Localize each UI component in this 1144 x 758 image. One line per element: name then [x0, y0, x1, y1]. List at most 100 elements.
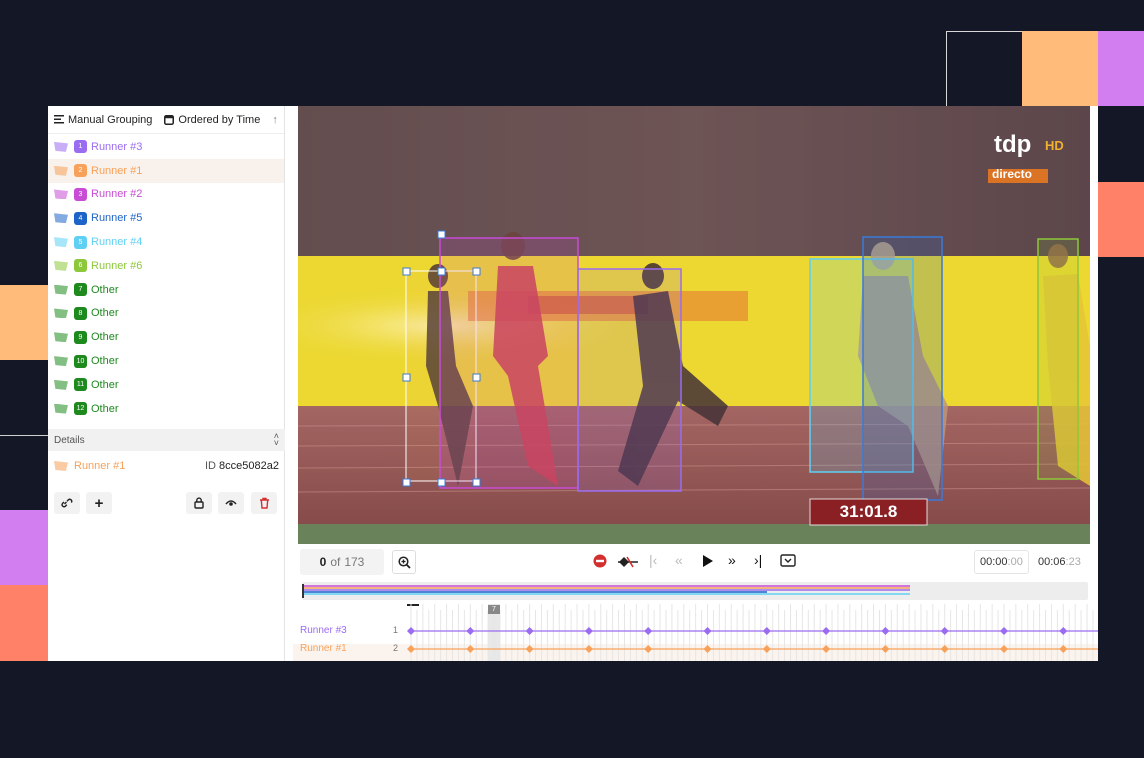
keyframe-diamond[interactable]: [525, 627, 534, 635]
keyframe-diamond[interactable]: [644, 627, 653, 635]
keyframe-diamond[interactable]: [584, 627, 593, 635]
manual-grouping-button[interactable]: Manual Grouping: [54, 114, 152, 126]
track-label[interactable]: Runner #1: [300, 643, 347, 654]
label-item[interactable]: 9 Other: [48, 325, 284, 349]
clock-square-icon: [164, 114, 175, 125]
video-canvas: [298, 106, 1090, 544]
label-item[interactable]: 8 Other: [48, 302, 284, 326]
deco-orange-square: [1022, 31, 1098, 106]
bbox-runner3[interactable]: [577, 268, 682, 492]
keyframe-toggle-icon[interactable]: [618, 555, 638, 571]
label-number-badge: 2: [74, 164, 87, 178]
channel-hd: HD: [1045, 138, 1064, 153]
label-list: 1 Runner #3 2 Runner #1 3 Runner #2 4 Runner #5…: [48, 134, 284, 421]
ordered-by-time-button[interactable]: Ordered by Time: [164, 114, 260, 126]
label-item[interactable]: 5 Runner #4: [48, 230, 284, 254]
label-item[interactable]: 4 Runner #5: [48, 206, 284, 230]
tag-icon: [54, 403, 68, 414]
id-prefix: ID: [204, 460, 216, 472]
label-number-badge: 12: [74, 402, 87, 416]
label-number-badge: 10: [74, 354, 87, 368]
label-item[interactable]: 2 Runner #1: [48, 158, 284, 183]
plus-icon[interactable]: +: [86, 492, 112, 514]
keyframe-diamond[interactable]: [703, 627, 712, 635]
details-id: ID 8cce5082a2: [205, 460, 279, 472]
subtitles-icon[interactable]: [780, 554, 796, 570]
rewind-icon[interactable]: «: [675, 552, 683, 568]
tag-icon: [54, 237, 68, 248]
deco-line-left: [0, 435, 48, 436]
race-clock: 31:01.8: [839, 502, 898, 521]
no-entry-icon[interactable]: [593, 554, 607, 571]
keyframe-diamond[interactable]: [1000, 627, 1008, 635]
keyframe-diamond[interactable]: [466, 627, 475, 635]
details-selected-label: Runner #1 ID 8cce5082a2: [48, 455, 285, 477]
bbox-runner2[interactable]: [439, 237, 579, 489]
track-number: 2: [393, 643, 399, 653]
track-number: 1: [393, 625, 399, 635]
bbox-runner5[interactable]: [862, 236, 943, 501]
tag-icon: [54, 356, 68, 367]
tag-icon: [54, 284, 68, 295]
channel-live: directo: [992, 167, 1033, 181]
deco-violet-left: [0, 510, 48, 585]
label-number-badge: 6: [74, 259, 87, 273]
time-total: 00:06:23: [1032, 550, 1087, 574]
label-number-badge: 11: [74, 378, 87, 392]
keyframe-diamond[interactable]: [1059, 627, 1068, 635]
time-current: 00:00:00: [974, 550, 1029, 574]
labels-toolbar: Manual Grouping Ordered by Time ↑: [48, 106, 284, 134]
lock-icon[interactable]: [186, 492, 212, 514]
keyframe-diamond[interactable]: [822, 627, 831, 635]
timeline[interactable]: 7 Runner #3 1 Runner #1 2: [293, 604, 1098, 661]
zoom-in-icon[interactable]: [392, 550, 416, 574]
video-frame[interactable]: tdp HD directo 31:01.8: [298, 106, 1090, 544]
arrow-up-icon[interactable]: ↑: [272, 114, 278, 126]
label-name: Other: [91, 331, 119, 344]
trash-icon[interactable]: [251, 492, 277, 514]
skip-to-end-icon[interactable]: ›|: [754, 552, 762, 568]
deco-orange-left: [0, 285, 48, 360]
label-item[interactable]: 11 Other: [48, 373, 284, 397]
id-value: 8cce5082a2: [219, 460, 279, 472]
frame-counter[interactable]: 0 of 173: [300, 549, 384, 575]
label-number-badge: 7: [74, 283, 87, 297]
keyframe-diamond[interactable]: [881, 627, 890, 635]
scrub-bar[interactable]: [302, 582, 1088, 600]
bbox-runner6[interactable]: [1037, 238, 1079, 480]
keyframe-diamond[interactable]: [762, 627, 771, 635]
play-icon[interactable]: [702, 554, 714, 571]
collapse-chevron-icon[interactable]: ˄ ˅: [274, 432, 279, 448]
keyframe-diamond[interactable]: [940, 627, 949, 635]
timeline-grid: [293, 604, 1098, 661]
track-label[interactable]: Runner #3: [300, 625, 347, 636]
labels-panel: Manual Grouping Ordered by Time ↑ 1 Runne…: [48, 106, 285, 661]
time-total-frac: :23: [1065, 556, 1081, 568]
current-frame: 0: [319, 555, 327, 569]
label-item[interactable]: 3 Runner #2: [48, 183, 284, 207]
keyframe-diamond[interactable]: [407, 627, 415, 635]
label-item[interactable]: 12 Other: [48, 397, 284, 421]
details-header[interactable]: Details ˄ ˅: [48, 429, 285, 451]
label-item[interactable]: 10 Other: [48, 349, 284, 373]
label-number-badge: 5: [74, 235, 87, 249]
label-item[interactable]: 7 Other: [48, 278, 284, 302]
total-frames: 173: [344, 555, 365, 569]
annotation-app: Manual Grouping Ordered by Time ↑ 1 Runne…: [48, 106, 1098, 661]
fast-forward-icon[interactable]: »: [728, 552, 736, 568]
link-icon[interactable]: [54, 492, 80, 514]
label-name: Runner #6: [91, 259, 143, 272]
label-number-badge: 8: [74, 306, 87, 320]
time-current-frac: :00: [1007, 556, 1023, 568]
details-title: Details: [54, 434, 85, 446]
skip-to-start-icon[interactable]: |‹: [649, 552, 657, 568]
eye-icon[interactable]: [218, 492, 244, 514]
time-current-main: 00:00: [980, 556, 1008, 568]
tag-icon: [54, 213, 68, 224]
label-item[interactable]: 1 Runner #3: [48, 135, 284, 159]
timeline-frame-marker[interactable]: 7: [488, 605, 500, 614]
tag-icon: [54, 379, 68, 390]
scrub-tracks: [302, 584, 910, 598]
label-item[interactable]: 6 Runner #6: [48, 254, 284, 278]
label-name: Runner #5: [91, 212, 143, 225]
